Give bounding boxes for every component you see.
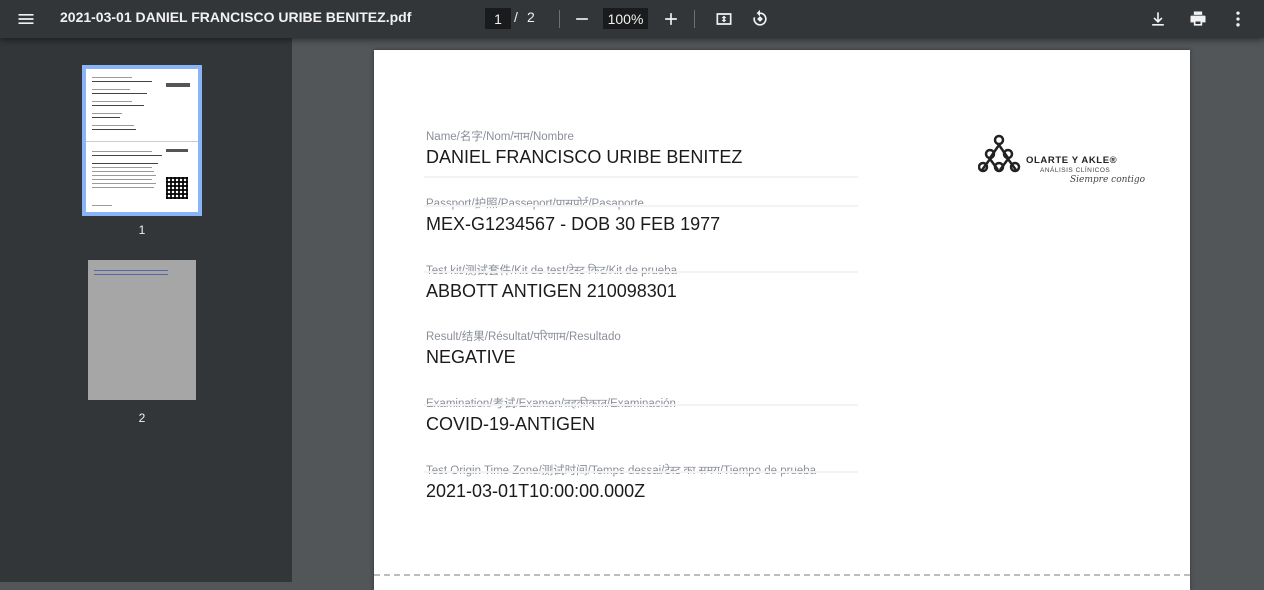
lab-logo: OLARTE Y AKLE® ANÁLISIS CLÍNICOS Siempre… [978,134,1145,190]
field-divider [424,205,858,207]
pdf-toolbar: 2021-03-01 DANIEL FRANCISCO URIBE BENITE… [0,0,1264,38]
field-divider [424,271,858,273]
page-separator: / [514,9,518,25]
field-value: 2021-03-01T10:00:00.000Z [426,481,646,501]
page-thumbnail-1[interactable] [82,65,202,216]
field-result: Result/结果/Résultat/परिणाम/Resultado NEGA… [426,328,621,368]
field-value: MEX-G1234567 - DOB 30 FEB 1977 [426,214,721,234]
pdf-page: Name/名字/Nom/नाम/Nombre DANIEL FRANCISCO … [374,50,1190,590]
field-value: DANIEL FRANCISCO URIBE BENITEZ [426,147,743,167]
field-test-time: Test Origin Time Zone/测试时间/Temps dessai/… [426,462,816,502]
download-icon[interactable] [1142,3,1174,35]
fit-page-icon[interactable] [708,3,740,35]
field-name: Name/名字/Nom/नाम/Nombre DANIEL FRANCISCO … [426,128,742,168]
document-title: 2021-03-01 DANIEL FRANCISCO URIBE BENITE… [60,9,412,25]
field-value: ABBOTT ANTIGEN 210098301 [426,281,677,301]
rotate-icon[interactable] [744,3,776,35]
toolbar-divider [559,10,560,28]
thumbnail-label-2: 2 [138,411,146,425]
field-divider [424,471,858,473]
total-pages: 2 [527,9,535,25]
thumbnail-label-1: 1 [138,223,146,237]
field-label: Examination/考试/Examen/तहक़ीकात/Examinaci… [426,395,676,411]
qr-code-thumb [166,177,188,199]
field-label: Name/名字/Nom/नाम/Nombre [426,131,574,143]
field-label: Test Origin Time Zone/测试时间/Temps dessai/… [426,462,816,478]
toolbar-divider [694,10,695,28]
zoom-out-icon[interactable] [566,3,598,35]
field-divider [424,404,858,406]
page-thumbnail-2[interactable] [88,260,196,400]
logo-subtitle: ANÁLISIS CLÍNICOS [1040,167,1111,174]
field-label: Result/结果/Résultat/परिणाम/Resultado [426,331,621,343]
logo-tagline: Siempre contigo [1070,175,1146,185]
field-label: Passport/护照/Passeport/पासपोर्ट/Pasaporte [426,198,644,210]
zoom-in-icon[interactable] [655,3,687,35]
field-test-kit: Test kit/测试套件/Kit de test/टेस्ट किट/Kit … [426,262,677,302]
field-examination: Examination/考试/Examen/तहक़ीकात/Examinaci… [426,395,676,435]
field-passport: Passport/护照/Passeport/पासपोर्ट/Pasaporte… [426,195,720,235]
pdf-viewer[interactable]: Name/名字/Nom/नाम/Nombre DANIEL FRANCISCO … [292,38,1264,590]
olarte-akle-logo-icon [978,134,1021,173]
field-value: NEGATIVE [426,347,516,367]
menu-icon[interactable] [10,3,42,35]
zoom-level-input[interactable]: 100% [603,8,648,29]
page-break-line [374,574,1190,576]
field-label: Test kit/测试套件/Kit de test/टेस्ट किट/Kit … [426,262,677,278]
field-value: COVID-19-ANTIGEN [426,414,596,434]
logo-name: OLARTE Y AKLE® [1026,155,1118,166]
current-page-input[interactable]: 1 [485,8,511,29]
field-divider [424,176,858,178]
thumbnail-sidebar: 1 2 [0,38,292,582]
more-vert-icon[interactable] [1222,3,1254,35]
print-icon[interactable] [1182,3,1214,35]
